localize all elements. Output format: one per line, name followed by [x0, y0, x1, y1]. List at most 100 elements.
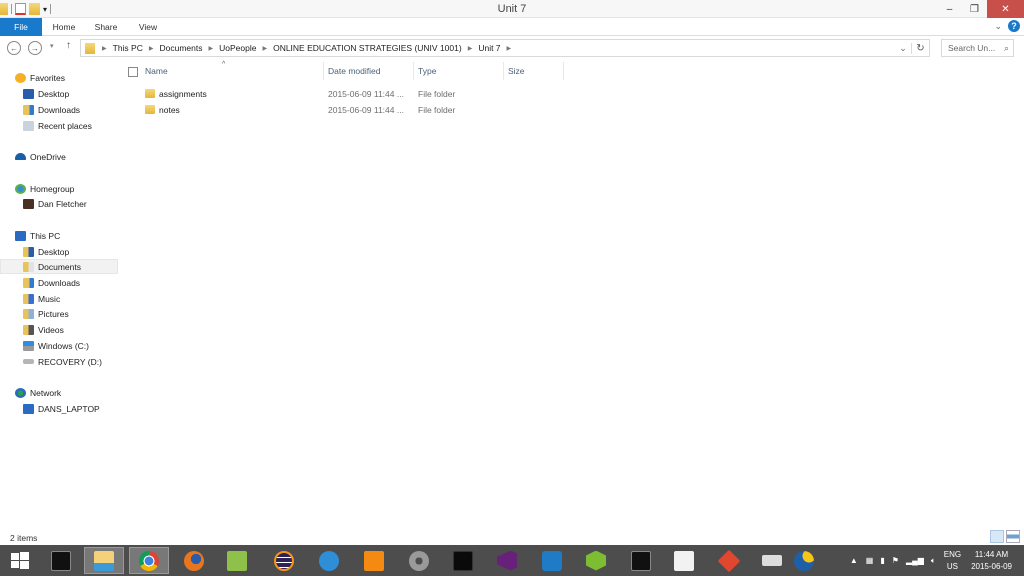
ribbon: File Home Share View ⌄ ?: [0, 18, 1024, 36]
breadcrumb-uopeople[interactable]: UoPeople: [219, 43, 256, 53]
taskbar-app-grid[interactable]: [664, 547, 704, 574]
sidebar-item-documents[interactable]: Documents: [0, 259, 118, 274]
address-bar[interactable]: ▶ This PC ▶ Documents ▶ UoPeople ▶ ONLIN…: [80, 39, 930, 57]
large-icons-view-button[interactable]: [1006, 530, 1020, 543]
select-all-checkbox[interactable]: [128, 67, 138, 77]
column-divider[interactable]: [503, 62, 504, 80]
sidebar-item-videos[interactable]: Videos: [0, 322, 118, 337]
expand-ribbon-icon[interactable]: ⌄: [994, 21, 1002, 32]
sidebar-item-dans-laptop[interactable]: DANS_LAPTOP: [0, 401, 118, 416]
search-input[interactable]: Search Un... ⌕: [941, 39, 1014, 57]
start-button[interactable]: [0, 547, 40, 574]
taskbar-console[interactable]: [621, 547, 661, 574]
back-button[interactable]: ←: [7, 41, 21, 55]
sidebar-item-music[interactable]: Music: [0, 291, 118, 306]
taskbar-notepad-plus[interactable]: [217, 547, 257, 574]
input-language[interactable]: ENG US: [944, 549, 961, 573]
tab-home[interactable]: Home: [44, 18, 84, 36]
column-divider[interactable]: [323, 62, 324, 80]
breadcrumb-separator[interactable]: ▶: [208, 45, 213, 52]
column-divider[interactable]: [563, 62, 564, 80]
file-date: 2015-06-09 11:44 ...: [328, 105, 404, 115]
sidebar-item-desktop[interactable]: Desktop: [0, 86, 118, 101]
recent-locations-button[interactable]: ▾: [50, 42, 54, 50]
sidebar-item-homegroup[interactable]: Homegroup: [0, 181, 118, 196]
sidebar-item-recovery-d[interactable]: RECOVERY (D:): [0, 354, 118, 369]
documents-icon: [23, 261, 34, 272]
tab-share[interactable]: Share: [86, 18, 126, 36]
clock[interactable]: 11:44 AM 2015-06-09: [971, 549, 1012, 573]
column-divider[interactable]: [413, 62, 414, 80]
tab-view[interactable]: View: [128, 18, 168, 36]
show-hidden-icons-icon[interactable]: ▲: [850, 556, 858, 565]
search-icon[interactable]: ⌕: [1004, 40, 1009, 56]
breadcrumb-documents[interactable]: Documents: [159, 43, 202, 53]
column-header-type[interactable]: Type: [418, 66, 436, 76]
breadcrumb-separator[interactable]: ▶: [262, 45, 267, 52]
breadcrumb-separator[interactable]: ▶: [468, 45, 473, 52]
sidebar-item-dan-fletcher[interactable]: Dan Fletcher: [0, 196, 118, 211]
help-icon[interactable]: ?: [1008, 20, 1020, 32]
breadcrumb-separator[interactable]: ▶: [507, 45, 512, 52]
sidebar-item-network[interactable]: Network: [0, 385, 118, 400]
taskbar-editor[interactable]: [354, 547, 394, 574]
signal-icon[interactable]: ▂▄▆: [906, 556, 924, 565]
sidebar-item-downloads-pc[interactable]: Downloads: [0, 275, 118, 290]
taskbar-command-prompt[interactable]: [41, 547, 81, 574]
taskbar-visual-studio[interactable]: [487, 547, 527, 574]
up-button[interactable]: ↑: [66, 40, 71, 51]
sidebar-item-favorites[interactable]: Favorites: [0, 70, 118, 85]
tab-file[interactable]: File: [0, 18, 42, 36]
breadcrumb-separator[interactable]: ▶: [149, 45, 154, 52]
column-header-size[interactable]: Size: [508, 66, 525, 76]
file-row[interactable]: notes 2015-06-09 11:44 ... File folder: [140, 103, 560, 118]
taskbar-openoffice[interactable]: [309, 547, 349, 574]
notepad-plus-icon: [227, 550, 247, 571]
file-row[interactable]: assignments 2015-06-09 11:44 ... File fo…: [140, 87, 560, 102]
sidebar-item-recent-places[interactable]: Recent places: [0, 118, 118, 133]
taskbar-file-explorer[interactable]: [84, 547, 124, 574]
taskbar-help-alert[interactable]: [784, 547, 824, 574]
breadcrumb-this-pc[interactable]: This PC: [113, 43, 143, 53]
sidebar-item-downloads[interactable]: Downloads: [0, 102, 118, 117]
sidebar-item-label: Downloads: [38, 104, 81, 115]
flag-icon[interactable]: ⚑: [892, 556, 899, 565]
sidebar-item-windows-c[interactable]: Windows (C:): [0, 338, 118, 353]
taskbar-android-studio[interactable]: [576, 547, 616, 574]
close-button[interactable]: ✕: [987, 0, 1024, 18]
details-view-button[interactable]: [990, 530, 1004, 543]
minimize-button[interactable]: –: [937, 0, 962, 18]
videos-icon: [23, 324, 34, 335]
address-dropdown-icon[interactable]: ⌄: [895, 43, 911, 54]
sidebar-item-desktop-pc[interactable]: Desktop: [0, 244, 118, 259]
column-header-date-modified[interactable]: Date modified: [328, 66, 380, 76]
restore-button[interactable]: ❐: [962, 0, 987, 18]
taskbar-git[interactable]: [709, 547, 749, 574]
volume-icon[interactable]: 🔈︎: [931, 556, 936, 566]
file-explorer-icon: [94, 550, 114, 571]
terminal-app-icon: [453, 550, 473, 571]
taskbar-settings[interactable]: [399, 547, 439, 574]
desktop-icon: [23, 88, 34, 99]
forward-button[interactable]: →: [28, 41, 42, 55]
git-icon: [717, 549, 741, 572]
taskbar-firefox[interactable]: [174, 547, 214, 574]
sidebar-item-label: Dan Fletcher: [38, 198, 87, 209]
breadcrumb-separator[interactable]: ▶: [102, 45, 107, 52]
music-icon: [23, 293, 34, 304]
battery-icon[interactable]: ▮: [880, 556, 884, 565]
taskbar-chrome[interactable]: [129, 547, 169, 574]
action-center-icon[interactable]: ▦: [866, 556, 874, 565]
sidebar-item-label: Windows (C:): [38, 340, 90, 351]
taskbar-eclipse[interactable]: [264, 547, 304, 574]
breadcrumb-course[interactable]: ONLINE EDUCATION STRATEGIES (UNIV 1001): [273, 43, 462, 53]
sidebar-item-pictures[interactable]: Pictures: [0, 306, 118, 321]
sidebar-item-onedrive[interactable]: OneDrive: [0, 149, 118, 164]
column-header-name[interactable]: Name: [145, 66, 168, 76]
app-grid-icon: [674, 550, 694, 571]
taskbar-terminal-app[interactable]: [443, 547, 483, 574]
taskbar-speedtest[interactable]: [532, 547, 572, 574]
refresh-button[interactable]: ↻: [911, 42, 929, 54]
sidebar-item-this-pc[interactable]: This PC: [0, 228, 118, 243]
breadcrumb-unit-7[interactable]: Unit 7: [478, 43, 500, 53]
